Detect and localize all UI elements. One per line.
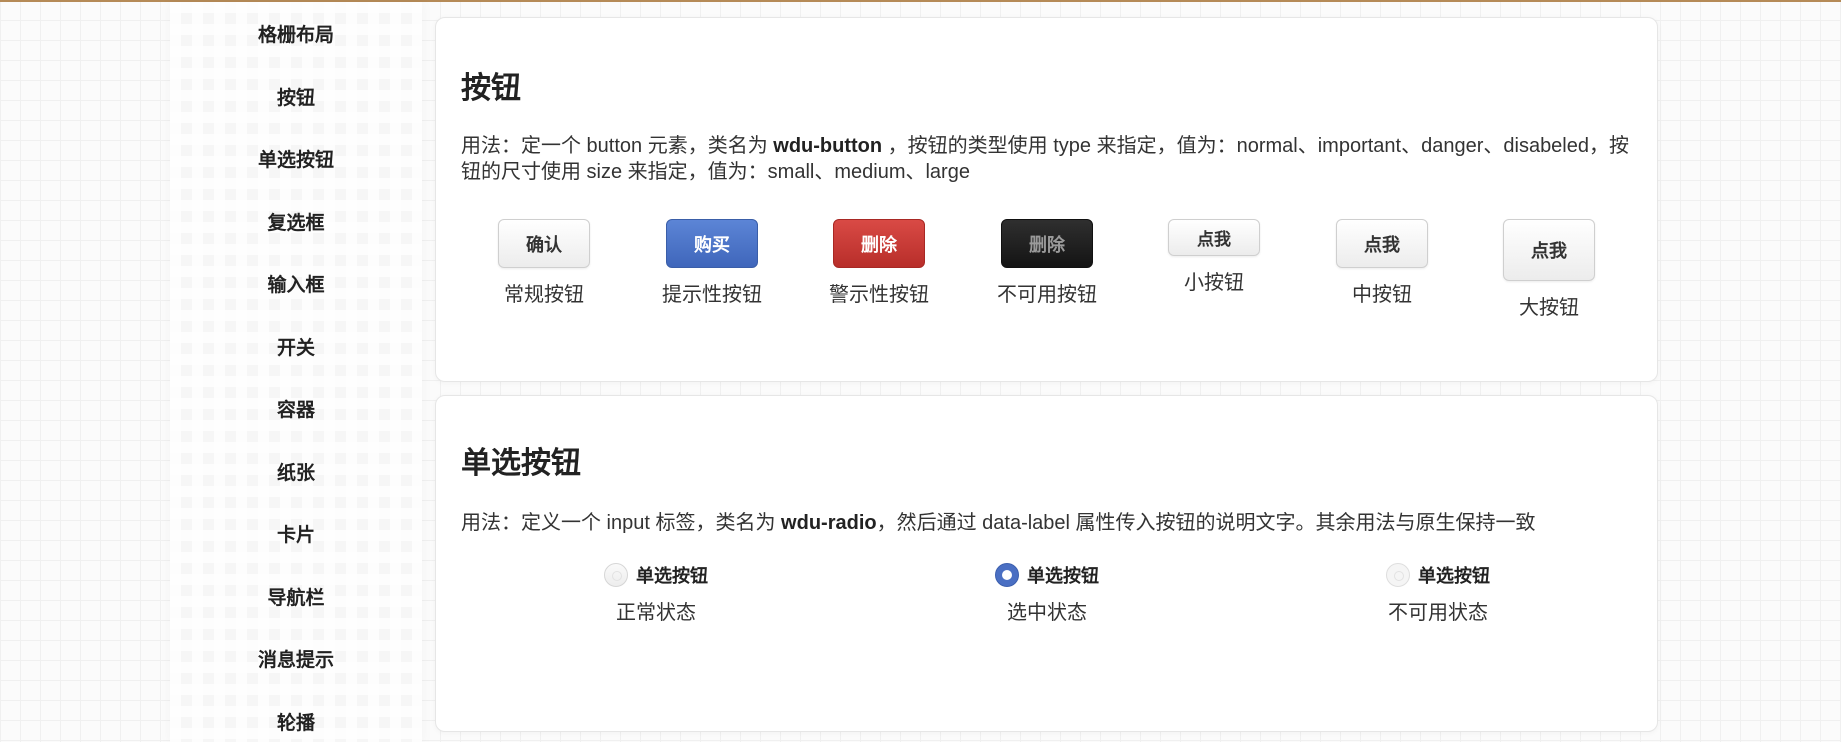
radio-label: 单选按钮 — [1418, 566, 1490, 587]
radio-caption: 不可用状态 — [1388, 602, 1488, 624]
demo-radio-checked: 单选按钮 选中状态 — [947, 562, 1147, 625]
delete-button[interactable]: 删除 — [833, 219, 925, 268]
demo-caption: 中按钮 — [1352, 284, 1412, 306]
sidebar-item-paper[interactable]: 纸张 — [170, 461, 422, 487]
confirm-button[interactable]: 确认 — [498, 219, 590, 268]
radio-section-usage: 用法：定义一个 input 标签，类名为 wdu-radio，然后通过 data… — [461, 510, 1631, 536]
sidebar-item-input[interactable]: 输入框 — [170, 273, 422, 299]
sidebar-item-radio[interactable]: 单选按钮 — [170, 148, 422, 174]
radio-caption: 正常状态 — [616, 602, 696, 624]
radio-label: 单选按钮 — [636, 566, 708, 587]
radio-section-title: 单选按钮 — [461, 447, 581, 480]
sidebar-item-container[interactable]: 容器 — [170, 398, 422, 424]
demo-danger-button: 删除 警示性按钮 — [804, 219, 954, 307]
usage-prefix: 用法：定义一个 input 标签，类名为 — [461, 512, 782, 534]
button-section-usage: 用法：定一个 button 元素，类名为 wdu-button ，按钮的类型使用… — [461, 133, 1631, 185]
sidebar-item-carousel[interactable]: 轮播 — [170, 711, 422, 737]
demo-disabled-button: 删除 不可用按钮 — [972, 219, 1122, 307]
radio-disabled[interactable]: 单选按钮 — [1338, 562, 1538, 588]
sidebar-item-switch[interactable]: 开关 — [170, 336, 422, 362]
demo-medium-button: 点我 中按钮 — [1307, 219, 1457, 307]
delete-disabled-button[interactable]: 删除 — [1001, 219, 1093, 268]
button-section-title: 按钮 — [461, 72, 521, 105]
sidebar-item-navbar[interactable]: 导航栏 — [170, 586, 422, 612]
click-me-small-button[interactable]: 点我 — [1168, 219, 1260, 256]
sidebar-item-message[interactable]: 消息提示 — [170, 648, 422, 674]
radio-checked[interactable]: 单选按钮 — [947, 562, 1147, 588]
demo-caption: 警示性按钮 — [829, 284, 929, 306]
button-section-card: 按钮 用法：定一个 button 元素，类名为 wdu-button ，按钮的类… — [435, 17, 1658, 382]
buy-button[interactable]: 购买 — [666, 219, 758, 268]
sidebar-item-grid-layout[interactable]: 格栅布局 — [170, 23, 422, 49]
sidebar-item-checkbox[interactable]: 复选框 — [170, 211, 422, 237]
demo-caption: 小按钮 — [1184, 272, 1244, 294]
click-me-large-button[interactable]: 点我 — [1503, 219, 1595, 281]
sidebar-item-button[interactable]: 按钮 — [170, 86, 422, 112]
radio-checked-icon[interactable] — [995, 563, 1019, 587]
usage-class-name: wdu-button — [773, 135, 883, 157]
demo-small-button: 点我 小按钮 — [1139, 219, 1289, 295]
usage-suffix: ，然后通过 data-label 属性传入按钮的说明文字。其余用法与原生保持一致 — [876, 512, 1536, 534]
radio-label: 单选按钮 — [1027, 566, 1099, 587]
demo-large-button: 点我 大按钮 — [1474, 219, 1624, 320]
radio-disabled-icon[interactable] — [1386, 563, 1410, 587]
demo-normal-button: 确认 常规按钮 — [469, 219, 619, 307]
demo-important-button: 购买 提示性按钮 — [637, 219, 787, 307]
radio-section-card: 单选按钮 用法：定义一个 input 标签，类名为 wdu-radio，然后通过… — [435, 395, 1658, 732]
usage-prefix: 用法：定一个 button 元素，类名为 — [461, 135, 774, 157]
demo-caption: 不可用按钮 — [997, 284, 1097, 306]
sidebar-nav: 格栅布局 按钮 单选按钮 复选框 输入框 开关 容器 纸张 卡片 导航栏 消息提… — [170, 2, 422, 742]
sidebar-item-card[interactable]: 卡片 — [170, 523, 422, 549]
click-me-medium-button[interactable]: 点我 — [1336, 219, 1428, 268]
usage-class-name: wdu-radio — [781, 512, 877, 534]
demo-radio-disabled: 单选按钮 不可用状态 — [1338, 562, 1538, 625]
radio-normal[interactable]: 单选按钮 — [556, 562, 756, 588]
radio-unchecked-icon[interactable] — [604, 563, 628, 587]
demo-caption: 提示性按钮 — [662, 284, 762, 306]
radio-caption: 选中状态 — [1007, 602, 1087, 624]
demo-radio-normal: 单选按钮 正常状态 — [556, 562, 756, 625]
demo-caption: 大按钮 — [1519, 297, 1579, 319]
demo-caption: 常规按钮 — [504, 284, 584, 306]
